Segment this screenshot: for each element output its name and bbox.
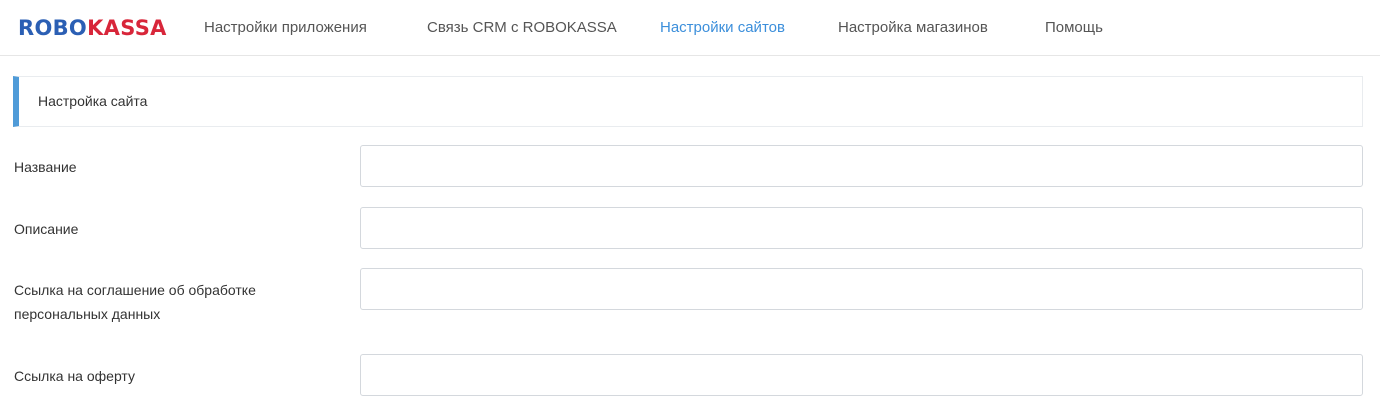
offer-link-input[interactable] [360, 354, 1363, 396]
logo-part-robo: ROBO [18, 16, 88, 40]
nav-store-settings[interactable]: Настройка магазинов [838, 0, 988, 56]
nav-crm-link[interactable]: Связь CRM с ROBOKASSA [427, 0, 617, 56]
nav-help[interactable]: Помощь [1045, 0, 1103, 56]
privacy-agreement-label: Ссылка на соглашение об обработке персон… [14, 282, 256, 322]
nav-site-settings[interactable]: Настройки сайтов [660, 0, 785, 56]
robokassa-logo[interactable]: ROBOKASSA [18, 13, 167, 43]
name-input[interactable] [360, 145, 1363, 187]
description-input[interactable] [360, 207, 1363, 249]
nav-app-settings[interactable]: Настройки приложения [204, 0, 367, 56]
section-header: Настройка сайта [13, 76, 1363, 127]
offer-link-label: Ссылка на оферту [14, 368, 135, 384]
top-navbar: ROBOKASSA Настройки приложения Связь CRM… [0, 0, 1380, 56]
privacy-agreement-input[interactable] [360, 268, 1363, 310]
logo-part-kassa: KASSA [87, 16, 167, 40]
description-label: Описание [14, 221, 79, 237]
section-title: Настройка сайта [38, 93, 148, 109]
name-label: Название [14, 159, 77, 175]
